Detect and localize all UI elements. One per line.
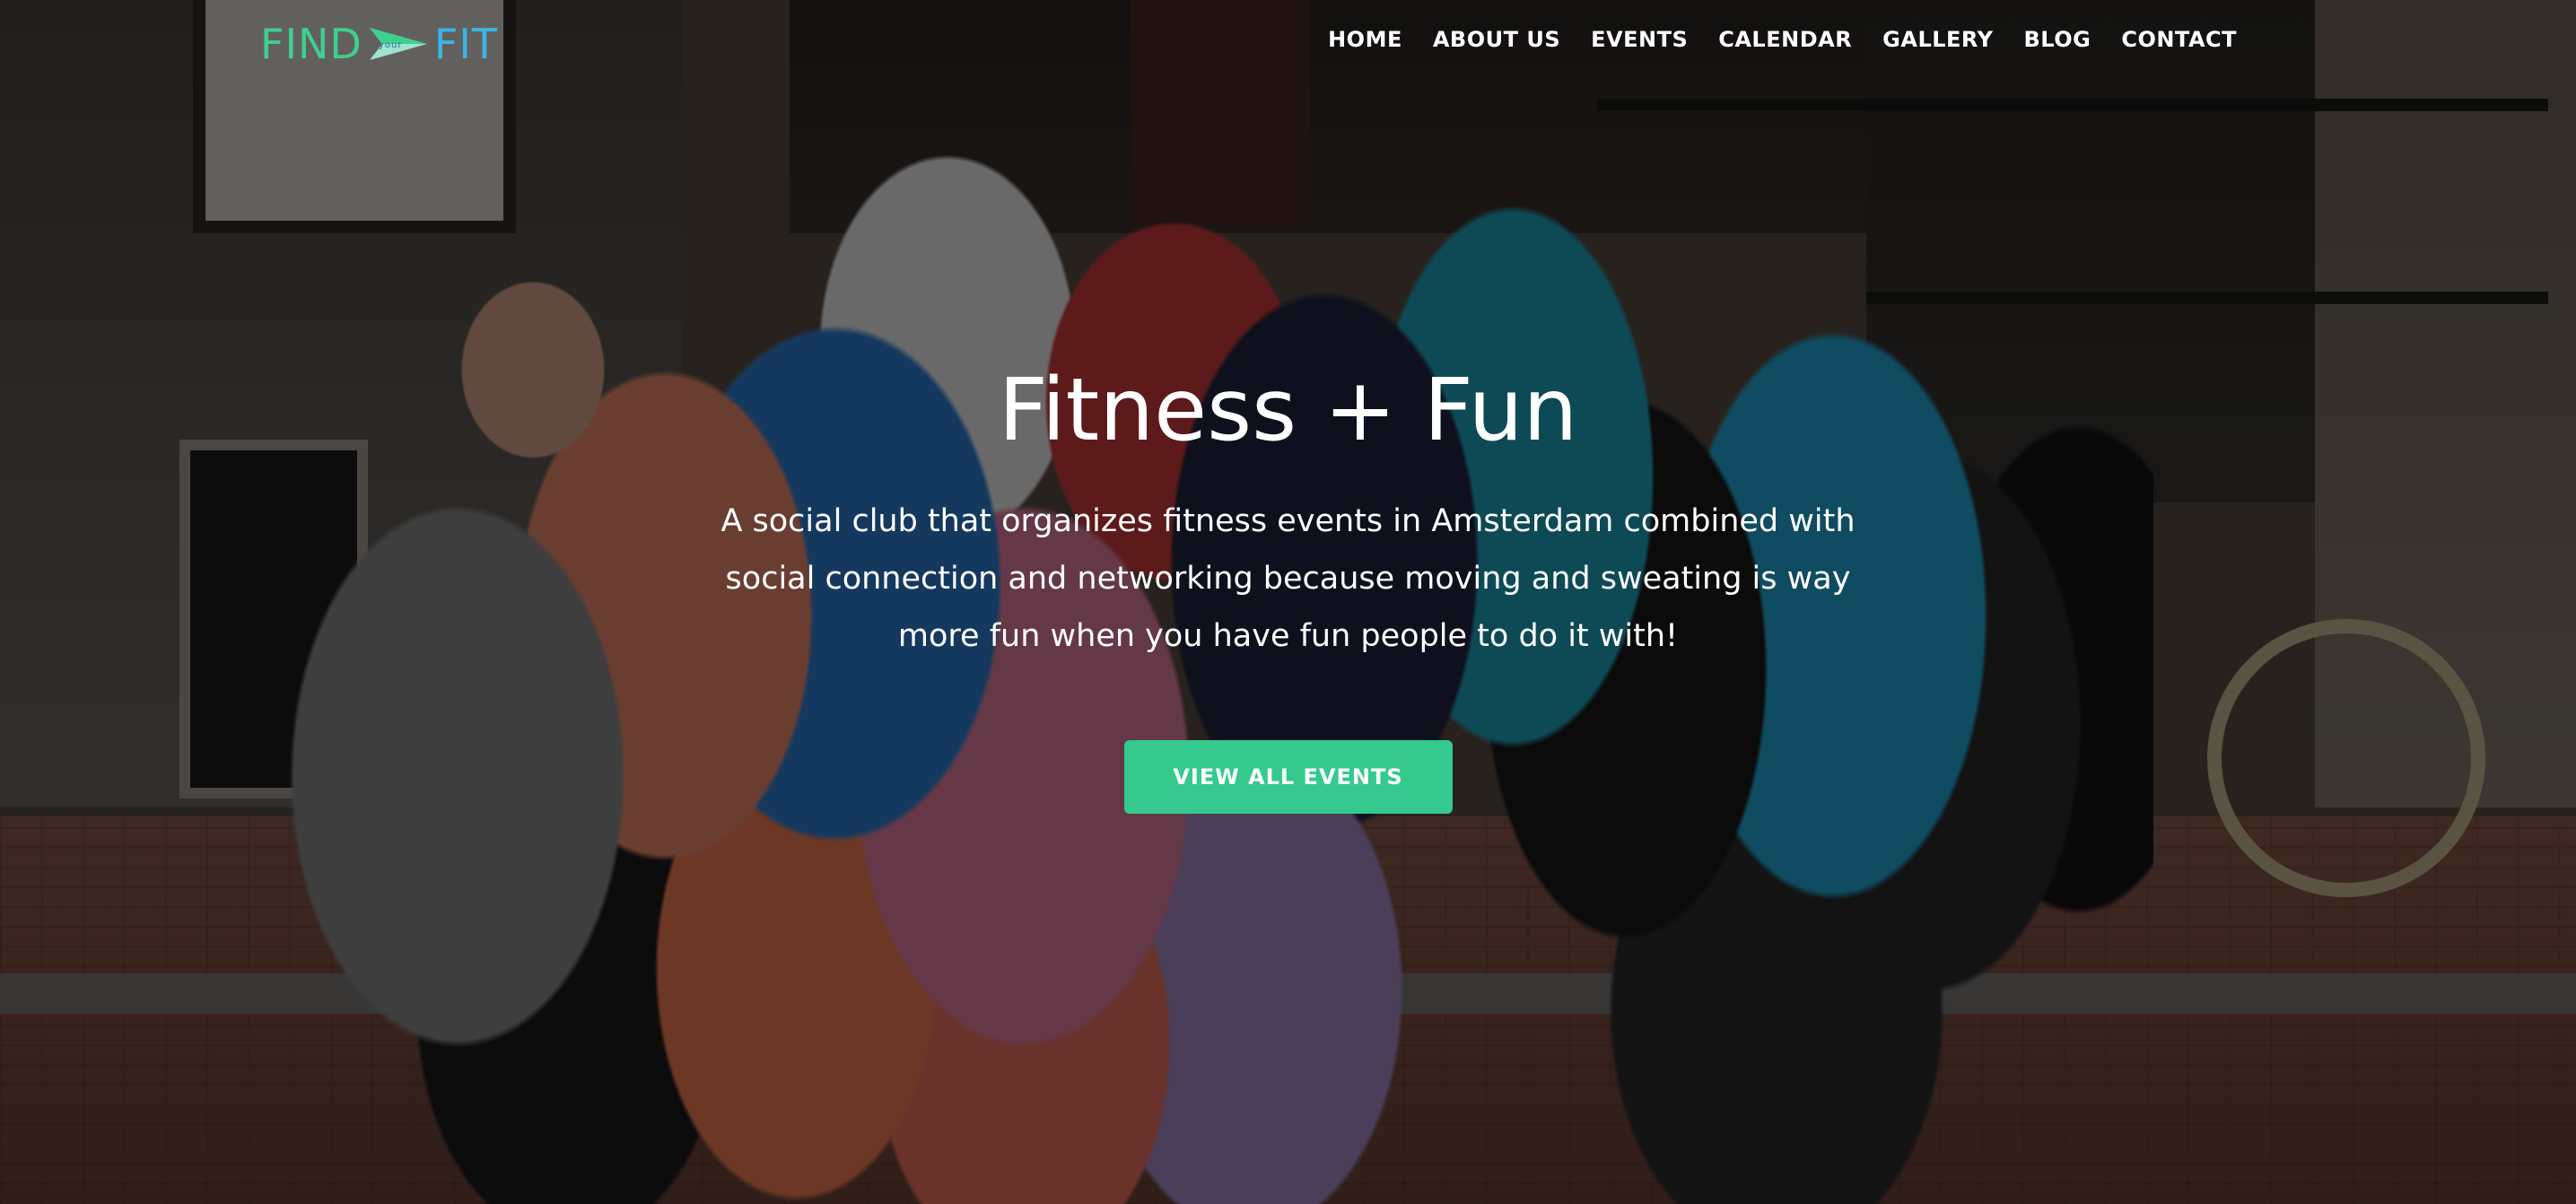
nav-blog[interactable]: BLOG (2023, 27, 2091, 52)
nav-calendar[interactable]: CALENDAR (1718, 27, 1852, 52)
nav-about-us[interactable]: ABOUT US (1433, 27, 1560, 52)
arrow-icon: your (369, 28, 427, 60)
hero-content: Fitness + Fun A social club that organiz… (0, 359, 2576, 815)
main-navigation: HOME ABOUT US EVENTS CALENDAR GALLERY BL… (1297, 27, 2237, 52)
site-header: FIND your FIT HOME ABOUT US EVENTS CALEN… (0, 0, 2576, 83)
view-all-events-button[interactable]: VIEW ALL EVENTS (1123, 740, 1453, 815)
site-logo[interactable]: FIND your FIT (260, 23, 498, 65)
nav-home[interactable]: HOME (1328, 27, 1402, 52)
hero-section: FIND your FIT HOME ABOUT US EVENTS CALEN… (0, 0, 2576, 1204)
hero-title: Fitness + Fun (998, 360, 1578, 460)
hero-subtitle: A social club that organizes fitness eve… (720, 503, 1856, 655)
nav-contact[interactable]: CONTACT (2121, 27, 2237, 52)
logo-text-your: your (379, 40, 403, 50)
logo-text-fit: FIT (433, 20, 498, 68)
nav-gallery[interactable]: GALLERY (1882, 27, 1993, 52)
nav-events[interactable]: EVENTS (1591, 27, 1688, 52)
logo-text-find: FIND (260, 20, 362, 68)
